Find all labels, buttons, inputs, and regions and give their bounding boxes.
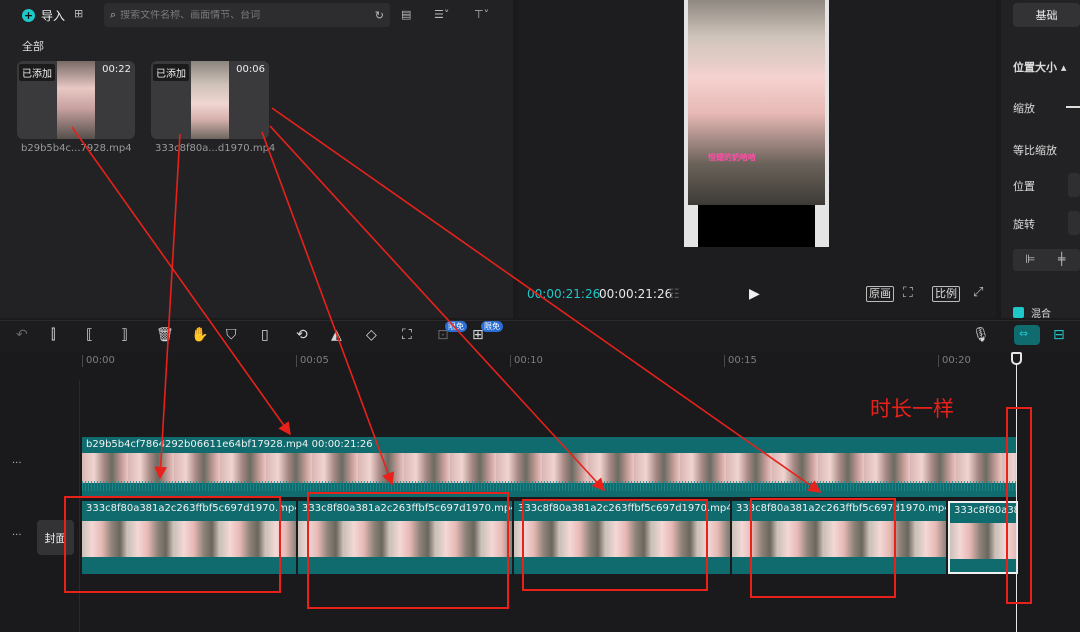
editor-window: + 导入 ⊞ ⌕ ↻ ▤ ☰˅ ⊤˅ 全部 已添加 00:22 b29b5b4c…: [0, 0, 1080, 632]
arrow-line: [271, 107, 822, 493]
arrow-line: [261, 131, 395, 486]
arrow-line: [154, 133, 181, 480]
arrow-line: [269, 125, 606, 492]
annotation-arrows: [71, 107, 822, 493]
arrow-line: [71, 126, 291, 436]
